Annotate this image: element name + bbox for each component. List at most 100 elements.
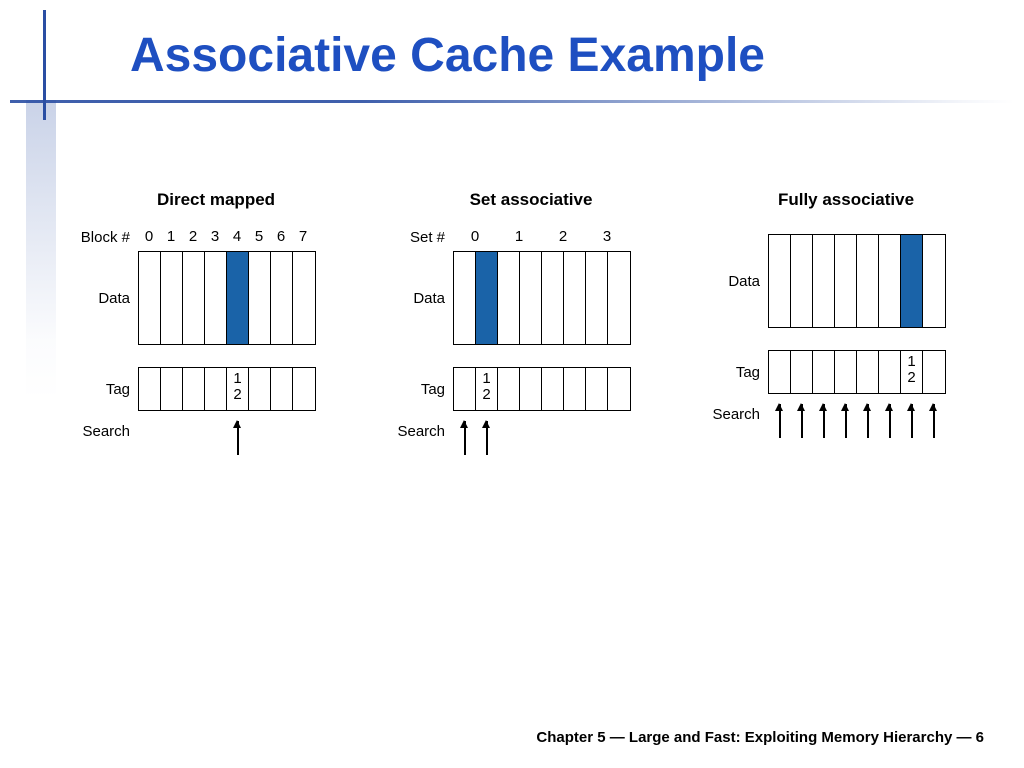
data-cells — [768, 234, 946, 328]
data-cell — [813, 235, 835, 327]
data-cell — [139, 252, 161, 344]
data-label: Data — [66, 290, 138, 307]
tag-cell — [879, 351, 901, 393]
tag-cells: 1 2 — [453, 367, 631, 411]
search-row: Search — [381, 415, 681, 455]
data-cells — [453, 251, 631, 345]
header-number: 0 — [138, 228, 160, 245]
left-gradient-bar — [26, 100, 56, 400]
arrow-up-icon — [845, 404, 847, 438]
data-cell — [564, 252, 586, 344]
tag-cell — [454, 368, 476, 410]
data-cell — [857, 235, 879, 327]
data-row: Data — [381, 251, 681, 345]
data-label: Data — [381, 290, 453, 307]
data-row: Data — [696, 234, 996, 328]
header-number: 3 — [204, 228, 226, 245]
data-cell — [586, 252, 608, 344]
header-number: 7 — [292, 228, 314, 245]
data-cells — [138, 251, 316, 345]
slide-footer: Chapter 5 — Large and Fast: Exploiting M… — [536, 729, 984, 746]
tag-cell — [183, 368, 205, 410]
arrow-up-icon — [237, 421, 239, 455]
header-number: 1 — [497, 228, 541, 245]
header-number: 2 — [182, 228, 204, 245]
data-row: Data — [66, 251, 366, 345]
tag-cell — [139, 368, 161, 410]
tag-value: 1 2 — [901, 354, 922, 386]
diagram-row: Direct mappedBlock #01234567DataTag1 2Se… — [66, 190, 996, 459]
header-number: 1 — [160, 228, 182, 245]
data-cell — [879, 235, 901, 327]
header-number: 3 — [585, 228, 629, 245]
data-cell — [542, 252, 564, 344]
tag-cell — [271, 368, 293, 410]
arrow-up-icon — [486, 421, 488, 455]
search-label: Search — [66, 415, 138, 440]
data-cell — [183, 252, 205, 344]
tag-cell — [161, 368, 183, 410]
header-row: Block #01234567 — [66, 228, 366, 247]
tag-cell — [498, 368, 520, 410]
tag-value: 1 2 — [227, 371, 248, 403]
data-label: Data — [696, 273, 768, 290]
data-cell — [835, 235, 857, 327]
search-label: Search — [381, 415, 453, 440]
arrow-up-icon — [889, 404, 891, 438]
spacer — [381, 349, 681, 367]
header-number: 2 — [541, 228, 585, 245]
data-cell — [520, 252, 542, 344]
data-cell — [454, 252, 476, 344]
header-numbers: 0123 — [453, 228, 629, 245]
data-cell — [293, 252, 315, 344]
tag-cell — [564, 368, 586, 410]
search-row: Search — [696, 398, 996, 438]
tag-cell — [293, 368, 315, 410]
tag-cells: 1 2 — [768, 350, 946, 394]
tag-label: Tag — [66, 381, 138, 398]
spacer — [66, 349, 366, 367]
diagram: Set associativeSet #0123DataTag1 2Search — [381, 190, 681, 459]
arrow-up-icon — [823, 404, 825, 438]
data-cell — [271, 252, 293, 344]
tag-cell: 1 2 — [901, 351, 923, 393]
diagram-title: Fully associative — [696, 190, 996, 210]
tag-cell — [791, 351, 813, 393]
diagram: Direct mappedBlock #01234567DataTag1 2Se… — [66, 190, 366, 459]
tag-cell — [520, 368, 542, 410]
slide-title: Associative Cache Example — [130, 28, 765, 83]
tag-cell — [835, 351, 857, 393]
data-cell — [901, 235, 923, 327]
tag-cell — [769, 351, 791, 393]
slide: Associative Cache Example Direct mappedB… — [0, 0, 1024, 768]
arrow-up-icon — [933, 404, 935, 438]
header-number: 5 — [248, 228, 270, 245]
search-label: Search — [696, 398, 768, 423]
diagram-title: Set associative — [381, 190, 681, 210]
search-row: Search — [66, 415, 366, 455]
tag-cell: 1 2 — [476, 368, 498, 410]
arrow-up-icon — [464, 421, 466, 455]
data-cell — [498, 252, 520, 344]
header-number: 6 — [270, 228, 292, 245]
header-numbers: 01234567 — [138, 228, 314, 245]
tag-cell — [813, 351, 835, 393]
data-cell — [923, 235, 945, 327]
search-arrows — [453, 415, 629, 455]
tag-cell — [249, 368, 271, 410]
header-row: Set #0123 — [381, 228, 681, 247]
diagram: Fully associative Data Tag1 2 Search — [696, 190, 996, 459]
tag-cell: 1 2 — [227, 368, 249, 410]
header-label: Set # — [381, 229, 453, 246]
data-cell — [227, 252, 249, 344]
tag-cells: 1 2 — [138, 367, 316, 411]
tag-value: 1 2 — [476, 371, 497, 403]
tag-row: Tag1 2 — [696, 350, 996, 394]
tag-cell — [586, 368, 608, 410]
data-cell — [791, 235, 813, 327]
data-cell — [608, 252, 630, 344]
header-label: Block # — [66, 229, 138, 246]
spacer — [696, 332, 996, 350]
data-cell — [161, 252, 183, 344]
tag-cell — [923, 351, 945, 393]
